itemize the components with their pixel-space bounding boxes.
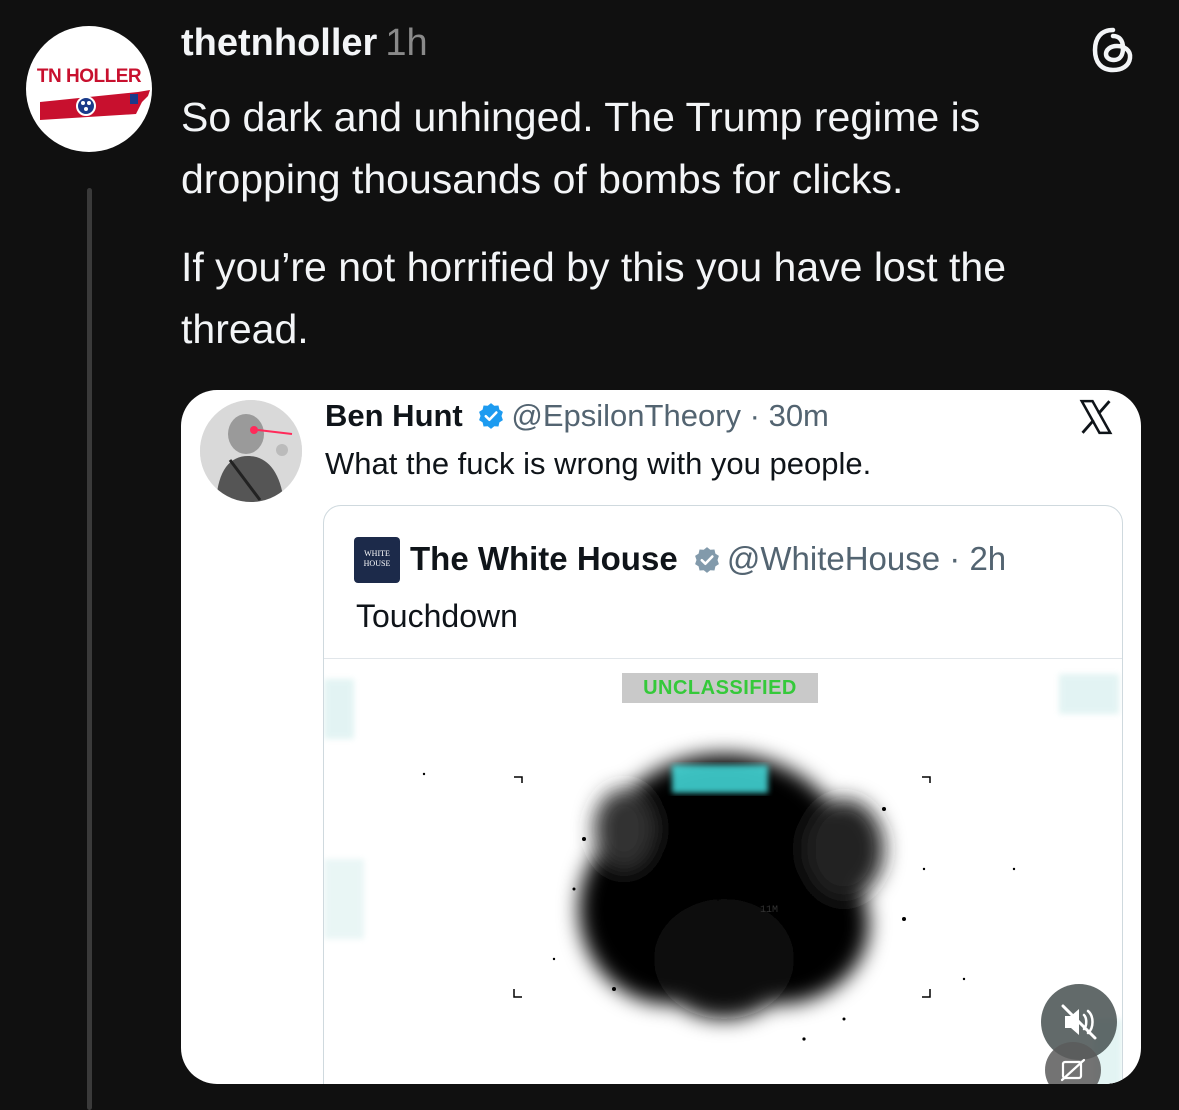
thread-line [87,188,92,1110]
x-logo-icon [1079,399,1113,435]
quoted-video[interactable]: UNCLASSIFIED 11M [324,658,1122,1084]
pip-icon [1060,1058,1086,1082]
post-time: 1h [385,22,428,64]
white-house-logo: WHITE HOUSE [354,537,400,583]
quoted-header: The White House @WhiteHouse · 2h [410,540,1007,577]
embedded-post-image[interactable]: Ben Hunt @EpsilonTheory · 30m What the f… [181,390,1141,1084]
quoted-author-name: The White House [410,540,678,577]
author-avatar[interactable]: TN HOLLER [26,26,152,152]
quoted-post-text: Touchdown [356,598,518,634]
post-header: thetnholler 1h [181,20,428,66]
embed-header: Ben Hunt @EpsilonTheory · 30m [325,398,829,433]
quoted-post: WHITE HOUSE The White House @WhiteHouse … [323,505,1123,1084]
post-body: So dark and unhinged. The Trump regime i… [181,86,1141,386]
quoted-author-handle: @WhiteHouse [726,540,941,577]
verified-badge-icon [479,403,504,429]
embed-author-name: Ben Hunt [325,398,463,433]
verified-badge-icon [694,547,719,573]
explosion-image [324,674,1122,1084]
unclassified-label: UNCLASSIFIED [622,673,818,703]
embed-post-text: What the fuck is wrong with you people. [325,446,872,481]
embed-time: 30m [768,398,829,433]
post-paragraph: If you’re not horrified by this you have… [181,244,1007,352]
threads-logo-icon[interactable] [1089,26,1137,74]
embed-author-avatar [200,400,302,502]
author-username[interactable]: thetnholler [181,22,377,64]
embed-author-handle: @EpsilonTheory [511,398,742,433]
post-paragraph: So dark and unhinged. The Trump regime i… [181,94,981,202]
tennessee-flag-icon [40,90,150,120]
picture-in-picture-button[interactable] [1045,1042,1101,1084]
quoted-time: 2h [969,540,1007,577]
range-readout: 11M [760,905,779,916]
